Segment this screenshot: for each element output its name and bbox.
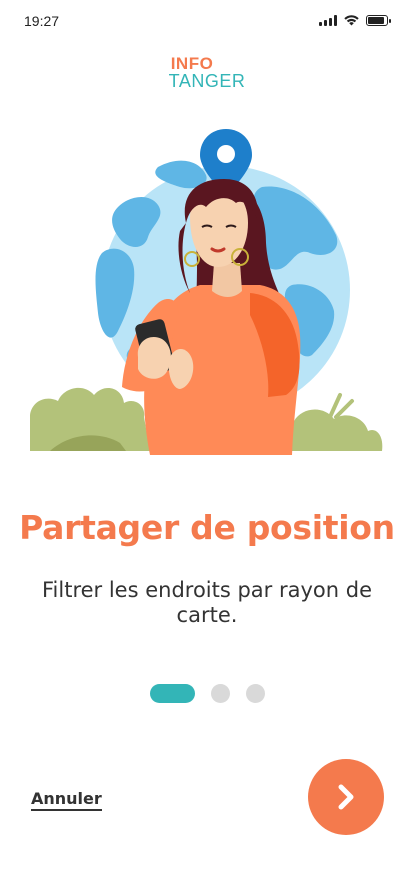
signal-icon — [319, 14, 337, 26]
chevron-right-icon — [338, 784, 354, 810]
logo-line-2: TANGER — [168, 71, 246, 91]
next-button[interactable] — [308, 759, 384, 835]
onboarding-illustration — [30, 129, 383, 455]
app-logo: INFO TANGER — [0, 55, 414, 90]
page-dot-2[interactable] — [210, 684, 230, 703]
onboarding-screen: 19:27 INFO TANGER Partager de position F… — [0, 0, 414, 896]
onboarding-description: Filtrer les endroits par rayon de carte. — [41, 578, 372, 627]
onboarding-title: Partager de position — [19, 508, 395, 547]
page-dot-1[interactable] — [149, 684, 195, 703]
status-bar: 19:27 — [0, 0, 414, 44]
status-icons — [319, 14, 391, 26]
page-indicator — [0, 684, 414, 703]
status-time: 19:27 — [24, 13, 60, 29]
battery-icon — [366, 14, 391, 26]
wifi-icon — [344, 15, 359, 26]
page-dot-3[interactable] — [245, 684, 265, 703]
logo-line-1: INFO — [170, 54, 214, 73]
cancel-link[interactable]: Annuler — [31, 789, 102, 811]
